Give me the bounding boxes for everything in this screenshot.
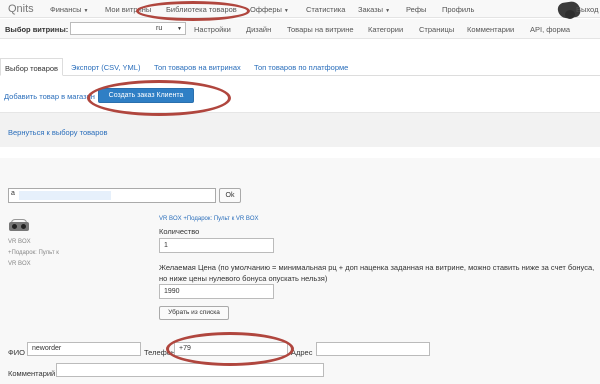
top-navbar: Qnits Финансы ▼ Мои витрины Библиотека то… <box>0 0 600 20</box>
tab-top-platform[interactable]: Топ товаров по платформе <box>254 58 348 76</box>
address-input[interactable] <box>316 342 430 356</box>
nav-product-library[interactable]: Библиотека товаров <box>166 5 237 14</box>
showcase-subbar: Выбор витрины: ru ▼ Настройки Дизайн Тов… <box>0 19 600 39</box>
nav-my-showcases[interactable]: Мои витрины <box>105 5 151 14</box>
subnav-showcase-products[interactable]: Товары на витрине <box>287 25 354 34</box>
comment-label: Комментарий <box>8 369 56 378</box>
remove-from-list-button[interactable]: Убрать из списка <box>159 306 229 320</box>
search-ok-button[interactable]: Ok <box>219 188 241 203</box>
product-link[interactable]: VR BOX +Подарок: Пульт к VR BOX <box>159 216 259 222</box>
fio-value: neworder <box>32 345 62 352</box>
tab-top-showcases[interactable]: Топ товаров на витринах <box>154 58 241 76</box>
fio-input[interactable]: neworder <box>27 342 141 356</box>
showcase-select-value: ru <box>156 25 163 32</box>
subnav-comments[interactable]: Комментарии <box>467 25 514 34</box>
subnav-design[interactable]: Дизайн <box>246 25 271 34</box>
phone-value: +79 <box>179 345 191 352</box>
tab-select-products[interactable]: Выбор товаров <box>0 58 64 76</box>
create-client-order-button[interactable]: Создать заказ Клиента <box>98 88 194 103</box>
tab-bar: Выбор товаров Экспорт (CSV, YML) Топ тов… <box>0 58 600 76</box>
price-input[interactable]: 1990 <box>159 284 274 299</box>
product-caption-line: VR BOX <box>8 239 31 245</box>
quantity-value: 1 <box>164 242 168 249</box>
subnav-pages[interactable]: Страницы <box>419 25 454 34</box>
vr-lens <box>12 224 17 229</box>
phone-input[interactable]: +79 <box>174 342 288 356</box>
user-avatar-shadow <box>565 10 575 19</box>
subnav-settings[interactable]: Настройки <box>194 25 231 34</box>
product-search-input[interactable]: a <box>8 188 216 203</box>
add-product-link[interactable]: Добавить товар в магазин <box>4 92 95 101</box>
nav-refs[interactable]: Рефы <box>406 5 426 14</box>
quantity-label: Количество <box>159 227 200 236</box>
showcase-select-label: Выбор витрины: <box>5 25 69 34</box>
showcase-select[interactable]: ru ▼ <box>70 22 186 35</box>
search-autocomplete-highlight <box>19 191 111 200</box>
product-caption-line: VR BOX <box>8 261 31 267</box>
fio-label: ФИО <box>8 348 25 357</box>
subnav-categories[interactable]: Категории <box>368 25 403 34</box>
brand-logo[interactable]: Qnits <box>8 3 34 15</box>
nav-finance[interactable]: Финансы ▼ <box>50 5 88 14</box>
vr-headset-image <box>9 219 29 233</box>
quantity-input[interactable]: 1 <box>159 238 274 253</box>
vr-lens <box>21 224 26 229</box>
tab-export[interactable]: Экспорт (CSV, YML) <box>71 58 140 76</box>
nav-offers[interactable]: Офферы ▼ <box>250 5 289 14</box>
caret-down-icon: ▼ <box>83 8 89 14</box>
subnav-api-form[interactable]: API, форма <box>530 25 570 34</box>
nav-profile[interactable]: Профиль <box>442 5 474 14</box>
back-to-products-link[interactable]: Вернуться к выбору товаров <box>8 128 108 137</box>
comment-input[interactable] <box>56 363 324 377</box>
chevron-down-icon: ▼ <box>177 26 182 32</box>
product-caption-line: +Подарок: Пульт к <box>8 250 59 256</box>
nav-orders[interactable]: Заказы ▼ <box>358 5 390 14</box>
price-value: 1990 <box>164 288 180 295</box>
caret-down-icon: ▼ <box>283 8 289 14</box>
caret-down-icon: ▼ <box>385 8 391 14</box>
price-note: Желаемая Цена (по умолчанию = минимальна… <box>159 263 595 283</box>
search-input-value: a <box>11 190 15 197</box>
address-label: Адрес <box>291 348 313 357</box>
phone-label: Телефон <box>144 348 176 357</box>
nav-statistics[interactable]: Статистика <box>306 5 345 14</box>
logout-link[interactable]: Выход <box>576 5 598 14</box>
